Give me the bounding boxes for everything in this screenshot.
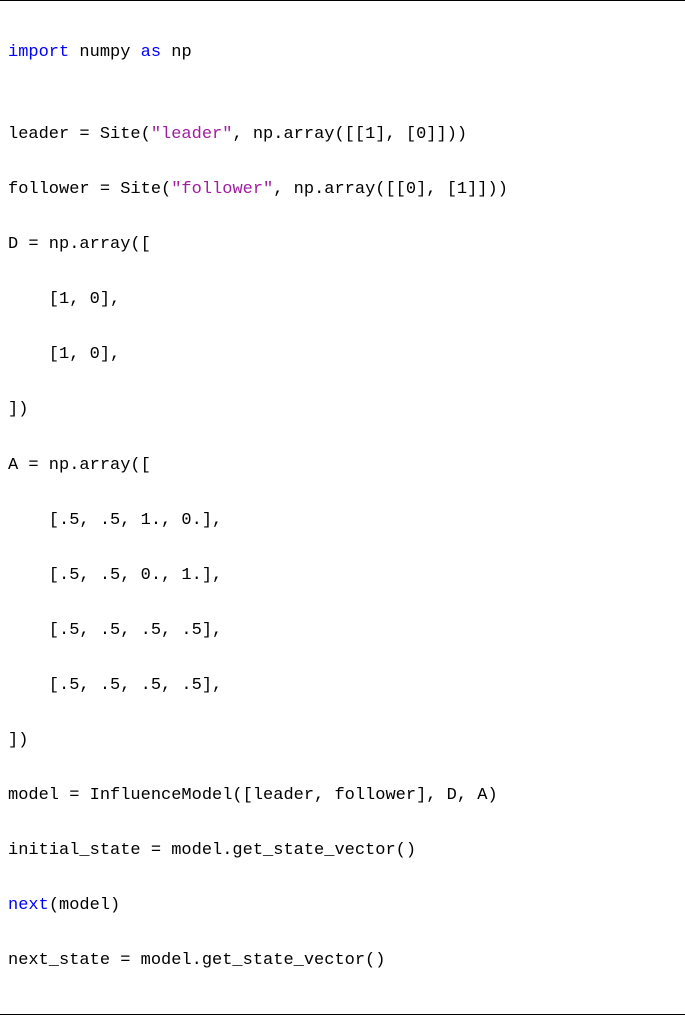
string-literal: "follower"	[171, 180, 273, 199]
code-text: [.5, .5, .5, .5],	[8, 676, 222, 695]
code-text: ])	[8, 731, 28, 750]
code-text: numpy	[69, 43, 140, 62]
code-line: [1, 0],	[8, 286, 677, 314]
code-text: [.5, .5, 0., 1.],	[8, 566, 222, 585]
code-line: initial_state = model.get_state_vector()	[8, 837, 677, 865]
code-line: leader = Site("leader", np.array([[1], […	[8, 121, 677, 149]
code-line: next_state = model.get_state_vector()	[8, 947, 677, 975]
code-line: A = np.array([	[8, 452, 677, 480]
code-line: next(model)	[8, 892, 677, 920]
code-text: leader = Site(	[8, 125, 151, 144]
keyword-as: as	[141, 43, 161, 62]
code-line: [.5, .5, .5, .5],	[8, 617, 677, 645]
code-text: , np.array([[0], [1]]))	[273, 180, 508, 199]
code-text: A = np.array([	[8, 456, 151, 475]
code-text: D = np.array([	[8, 235, 151, 254]
code-text: , np.array([[1], [0]]))	[232, 125, 467, 144]
code-line: D = np.array([	[8, 231, 677, 259]
code-line: [1, 0],	[8, 341, 677, 369]
code-text: next_state = model.get_state_vector()	[8, 951, 385, 970]
code-text: [1, 0],	[8, 345, 120, 364]
builtin-next: next	[8, 896, 49, 915]
code-text: ])	[8, 400, 28, 419]
code-line: model = InfluenceModel([leader, follower…	[8, 782, 677, 810]
string-literal: "leader"	[151, 125, 233, 144]
code-text: (model)	[49, 896, 120, 915]
code-text: follower = Site(	[8, 180, 171, 199]
code-text: model = InfluenceModel([leader, follower…	[8, 786, 498, 805]
code-text: initial_state = model.get_state_vector()	[8, 841, 416, 860]
code-line: [.5, .5, .5, .5],	[8, 672, 677, 700]
code-line: ])	[8, 727, 677, 755]
code-line: follower = Site("follower", np.array([[0…	[8, 176, 677, 204]
code-text: [.5, .5, 1., 0.],	[8, 511, 222, 530]
code-block: import numpy as np leader = Site("leader…	[0, 0, 685, 1015]
keyword-import: import	[8, 43, 69, 62]
code-line: [.5, .5, 1., 0.],	[8, 507, 677, 535]
code-text: np	[161, 43, 192, 62]
code-line: import numpy as np	[8, 39, 677, 67]
code-text: [.5, .5, .5, .5],	[8, 621, 222, 640]
code-text: [1, 0],	[8, 290, 120, 309]
code-line: [.5, .5, 0., 1.],	[8, 562, 677, 590]
code-line: ])	[8, 396, 677, 424]
